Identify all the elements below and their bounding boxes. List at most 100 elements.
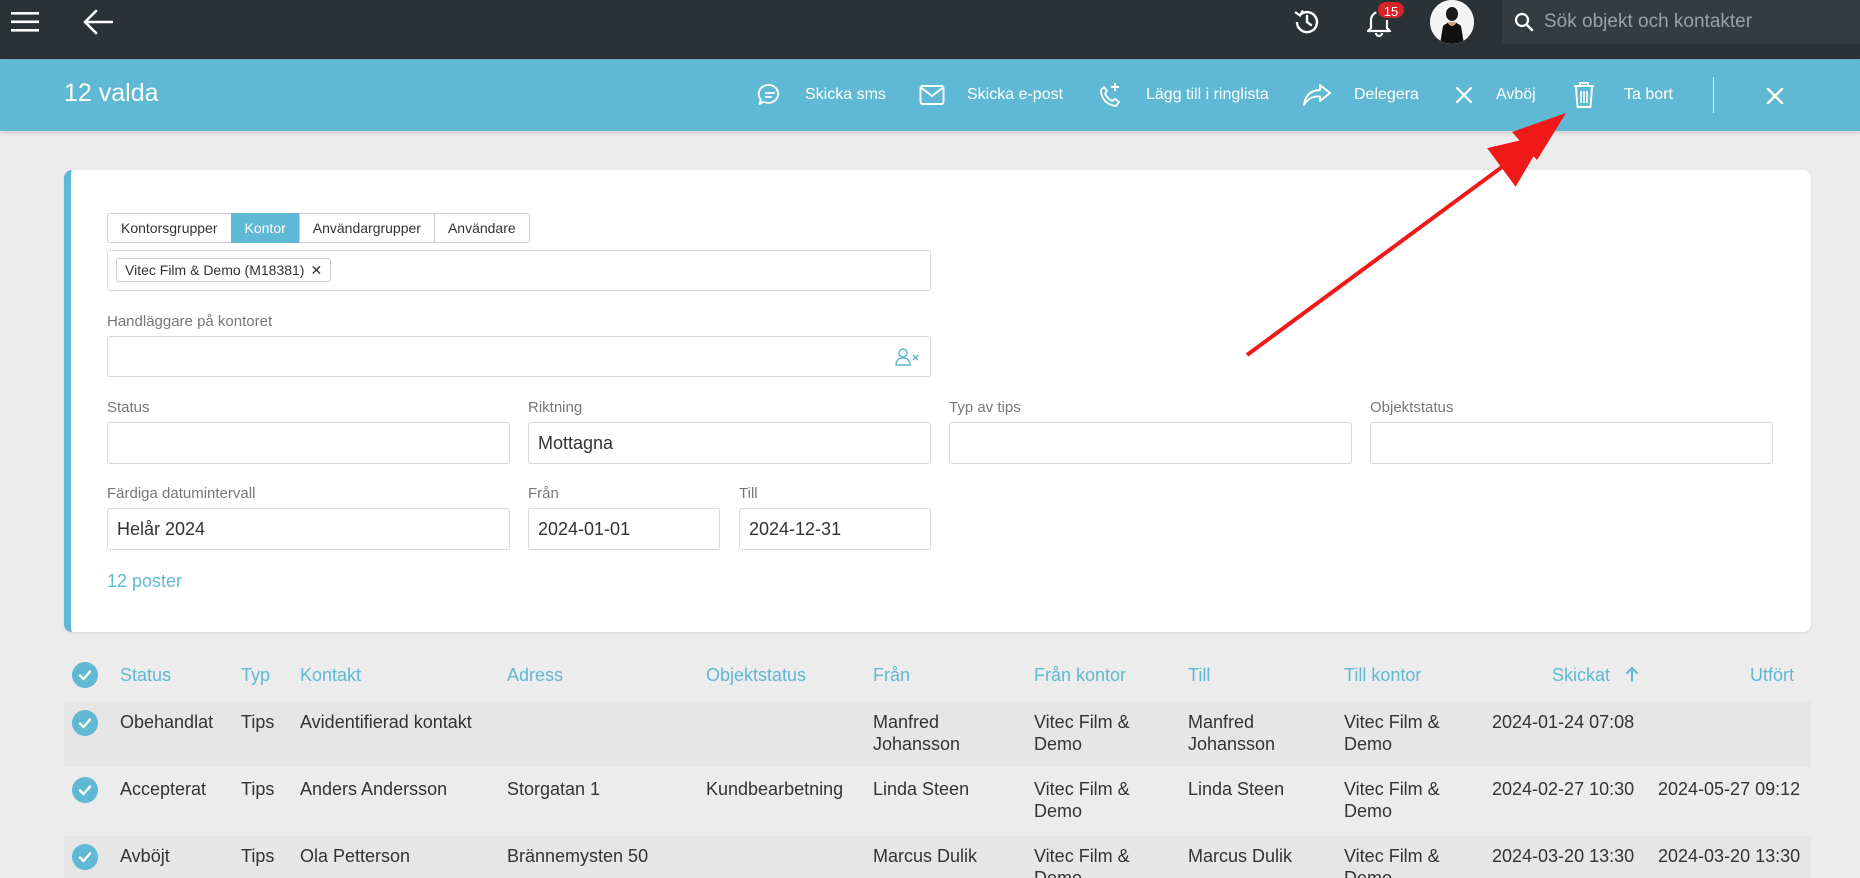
table-row[interactable]: Accepterat Tips Anders Andersson Storgat… [64,769,1811,835]
header-fran-kontor[interactable]: Från kontor [1034,665,1126,686]
fran-date-label: Från [528,485,559,502]
tab-users[interactable]: Användare [433,213,530,243]
delete-button[interactable]: Ta bort [1572,59,1673,131]
row-checkbox[interactable] [72,844,98,870]
till-date-value: 2024-12-31 [749,518,842,539]
cell-adress: Brännemysten 50 [507,846,649,866]
riktning-value: Mottagna [538,432,614,453]
cell-till: Manfred Johansson [1188,712,1276,754]
cell-skickat: 2024-02-27 10:30 [1492,779,1635,799]
hamburger-icon[interactable] [8,0,42,44]
add-to-call-list-label: Lägg till i ringlista [1146,86,1269,103]
record-count: 12 poster [107,571,183,591]
send-email-label: Skicka e-post [967,86,1064,103]
typ-av-tips-select[interactable] [949,422,1352,464]
cell-skickat: 2024-01-24 07:08 [1492,712,1635,732]
cell-utfort: 2024-05-27 09:12 [1658,779,1801,799]
decline-button[interactable]: Avböj [1454,59,1536,131]
cell-kontakt[interactable]: Ola Petterson [300,845,410,867]
header-skickat[interactable]: Skickat [1552,665,1639,686]
header-skickat-label: Skickat [1552,665,1611,685]
notification-badge: 15 [1376,0,1406,20]
cell-fran: Marcus Dulik [873,846,978,866]
tab-office-groups[interactable]: Kontorsgrupper [107,213,232,243]
delete-label: Ta bort [1624,86,1673,103]
envelope-icon [919,85,945,105]
table-row[interactable]: Avböjt Tips Ola Petterson Brännemysten 5… [64,836,1811,878]
cell-typ: Tips [241,779,275,799]
header-typ[interactable]: Typ [241,665,270,686]
select-all-checkbox[interactable] [72,662,98,688]
cell-till: Linda Steen [1188,779,1285,799]
datumintervall-select[interactable]: Helår 2024 [107,508,510,550]
search-box[interactable] [1502,0,1860,44]
chip-remove-icon[interactable]: ✕ [310,259,322,281]
cell-fran-kontor: Vitec Film & Demo [1034,846,1130,878]
row-checkbox[interactable] [72,777,98,803]
row-checkbox[interactable] [72,710,98,736]
avatar[interactable] [1430,0,1474,44]
close-icon[interactable] [1760,81,1790,111]
cell-kontakt[interactable]: Anders Andersson [300,778,447,800]
objektstatus-label: Objektstatus [1370,399,1454,416]
table-header: Status Typ Kontakt Adress Objektstatus F… [64,655,1811,695]
history-icon[interactable] [1289,0,1325,44]
header-utfort[interactable]: Utfört [1750,665,1794,686]
header-till[interactable]: Till [1188,665,1210,686]
send-sms-button[interactable]: Skicka sms [757,59,886,131]
chat-bubble-icon [757,84,780,105]
header-kontakt[interactable]: Kontakt [300,665,361,686]
search-icon [1514,12,1534,32]
add-to-call-list-button[interactable]: Lägg till i ringlista [1096,59,1269,131]
fran-date-value: 2024-01-01 [538,518,631,539]
cell-typ: Tips [241,712,275,732]
header-status[interactable]: Status [120,665,171,686]
status-select[interactable] [107,422,510,464]
cell-till-kontor: Vitec Film & Demo [1344,846,1440,878]
selection-bar: 12 valda Skicka sms Skicka e-post Lägg t… [0,59,1860,131]
trash-icon [1574,82,1594,108]
cell-kontakt[interactable]: Avidentifierad kontakt [300,711,472,733]
cell-adress: Storgatan 1 [507,779,601,799]
handlaggare-label: Handläggare på kontoret [107,313,273,330]
cell-utfort: 2024-03-20 13:30 [1658,846,1801,866]
cell-status: Avböjt [120,846,170,866]
user-remove-icon[interactable] [894,347,920,367]
cell-till-kontor: Vitec Film & Demo [1344,712,1440,754]
table-row[interactable]: Obehandlat Tips Avidentifierad kontakt M… [64,702,1811,767]
objektstatus-select[interactable] [1370,422,1773,464]
cell-fran: Manfred Johansson [873,712,961,754]
tab-office[interactable]: Kontor [230,213,300,243]
send-email-button[interactable]: Skicka e-post [919,59,1063,131]
header-till-kontor[interactable]: Till kontor [1344,665,1421,686]
check-icon [78,718,92,729]
fran-date-input[interactable]: 2024-01-01 [528,508,720,550]
header-objektstatus[interactable]: Objektstatus [706,665,806,686]
search-input[interactable] [1544,11,1844,33]
toolbar-divider [1713,77,1714,113]
x-icon [1455,86,1473,104]
sort-ascending-icon [1626,667,1639,682]
send-sms-label: Skicka sms [805,86,886,103]
till-date-input[interactable]: 2024-12-31 [739,508,931,550]
arrow-left-icon[interactable] [78,0,118,44]
header-fran[interactable]: Från [873,665,910,686]
check-icon [78,852,92,863]
datumintervall-label: Färdiga datumintervall [107,485,256,502]
cell-till-kontor: Vitec Film & Demo [1344,779,1440,821]
delegate-label: Delegera [1354,86,1419,103]
riktning-select[interactable]: Mottagna [528,422,931,464]
header-adress[interactable]: Adress [507,665,563,686]
riktning-label: Riktning [528,399,583,416]
cell-till: Marcus Dulik [1188,846,1293,866]
delegate-button[interactable]: Delegera [1302,59,1419,131]
cell-fran-kontor: Vitec Film & Demo [1034,712,1130,754]
handlaggare-input[interactable] [107,336,931,377]
cell-typ: Tips [241,846,275,866]
typ-av-tips-label: Typ av tips [949,399,1021,416]
datumintervall-value: Helår 2024 [117,518,206,539]
tab-user-groups[interactable]: Användargrupper [298,213,435,243]
share-arrow-icon [1303,84,1331,106]
top-bar: 15 [0,0,1860,59]
cell-fran-kontor: Vitec Film & Demo [1034,779,1130,821]
